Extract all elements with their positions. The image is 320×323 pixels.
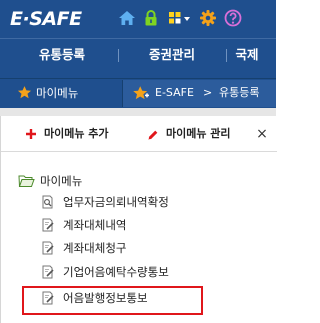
tree-item-label: 계좌대체내역 (63, 218, 127, 232)
nav-divider (118, 49, 119, 62)
mymenu-panel: 마이메뉴 추가 마이메뉴 관리 × 마이메뉴 업무자금의뢰내역확정 계좌대체내역… (0, 116, 277, 323)
tree-root-label: 마이메뉴 (40, 174, 83, 188)
settings-icon[interactable] (198, 8, 218, 28)
manage-mymenu-button[interactable]: 마이메뉴 관리 (147, 116, 259, 152)
tree-root-folder[interactable]: 마이메뉴 (18, 171, 218, 191)
mymenu-link-label: 마이메뉴 (36, 86, 79, 100)
tree-item-selected[interactable]: 어음발행정보통보 (41, 288, 201, 308)
home-icon[interactable] (117, 8, 137, 28)
lock-icon[interactable] (141, 8, 161, 28)
tree-item[interactable]: 업무자금의뢰내역확정 (41, 192, 221, 212)
mymenu-toolbar: 마이메뉴 추가 마이메뉴 관리 × (1, 116, 277, 152)
breadcrumb: E-SAFE > 유통등록 (122, 80, 276, 107)
manage-mymenu-label: 마이메뉴 관리 (166, 127, 231, 140)
nav-item-securities-management[interactable]: 증권관리 (124, 39, 220, 71)
tree-item-label: 기업어음예탁수량통보 (63, 265, 169, 279)
add-mymenu-label: 마이메뉴 추가 (44, 127, 109, 140)
close-panel-button[interactable]: × (255, 126, 269, 142)
esafe-logo[interactable]: E·SAFE (10, 6, 82, 32)
app-header: E·SAFE 유통등록 증권관리 국제 마이메뉴 E-SAFE > 유통등록 (0, 0, 276, 108)
grid-menu-icon[interactable] (167, 8, 193, 28)
tree-item-label: 어음발행정보통보 (63, 291, 148, 305)
tree-item-label: 계좌대체청구 (63, 241, 127, 255)
edit-doc-icon (42, 291, 54, 305)
breadcrumb-root[interactable]: E-SAFE (155, 80, 194, 106)
nav-item-distribution-registration[interactable]: 유통등록 (14, 39, 110, 71)
breadcrumb-current[interactable]: 유통등록 (219, 80, 259, 106)
pencil-icon (148, 130, 158, 140)
edit-doc-icon (42, 241, 54, 255)
star-icon (17, 86, 32, 99)
star-add-icon[interactable] (132, 85, 150, 101)
help-icon[interactable] (223, 8, 243, 28)
content-top-strip (0, 108, 276, 116)
plus-icon (26, 129, 36, 139)
tree-item-label: 업무자금의뢰내역확정 (63, 195, 169, 209)
edit-doc-icon (42, 218, 54, 232)
nav-divider (226, 49, 227, 62)
edit-doc-icon (42, 265, 54, 279)
folder-open-icon (18, 175, 35, 187)
tree-item[interactable]: 계좌대체청구 (41, 238, 221, 258)
search-doc-icon (42, 195, 53, 209)
tree-item[interactable]: 계좌대체내역 (41, 215, 221, 235)
sub-bar: 마이메뉴 E-SAFE > 유통등록 (0, 78, 276, 108)
breadcrumb-separator: > (203, 86, 213, 99)
add-mymenu-button[interactable]: 마이메뉴 추가 (25, 116, 141, 152)
tree-item[interactable]: 기업어음예탁수량통보 (41, 262, 241, 282)
nav-item-international[interactable]: 국제 (228, 39, 266, 71)
main-nav: 유통등록 증권관리 국제 (0, 38, 276, 70)
